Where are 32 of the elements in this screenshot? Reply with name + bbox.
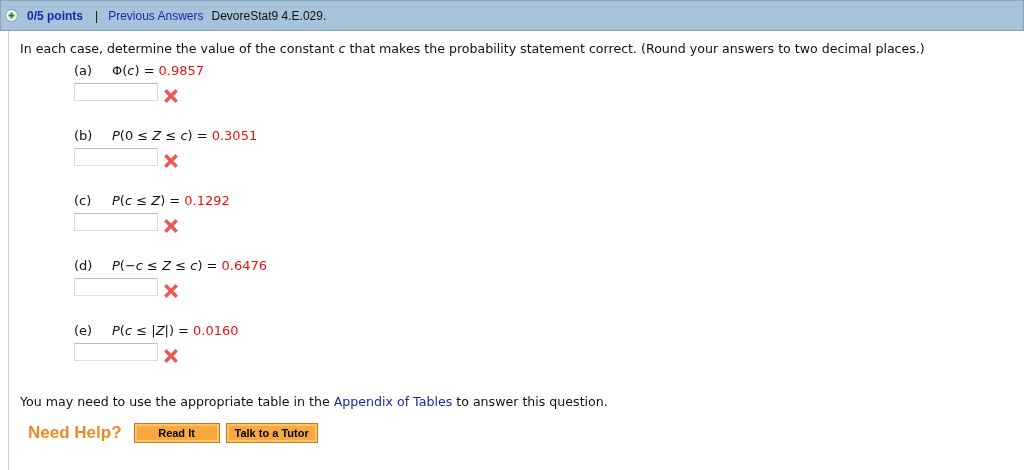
answer-field[interactable]: [74, 343, 158, 361]
help-button[interactable]: Talk to a Tutor: [225, 423, 318, 443]
plus-icon[interactable]: [5, 9, 18, 22]
help-button[interactable]: Read It: [133, 423, 220, 443]
target-value: 0.1292: [184, 192, 230, 208]
question-text: In each case, determine the value of the constant c that makes the probability statement correct. (Round your answers to two decimal places.): [20, 40, 926, 57]
part-label: (c): [74, 192, 93, 208]
note-text: to answer this question.: [456, 394, 608, 409]
part-label: (a): [74, 62, 94, 78]
answer-field[interactable]: [74, 278, 158, 296]
points-score: 0/5 points: [27, 8, 83, 23]
problem-id: DevoreStat9 4.E.029.: [211, 8, 327, 23]
target-value: 0.6476: [221, 257, 267, 273]
part-label: (b): [74, 127, 94, 143]
note-text: You may need to use the appropriate table in the: [20, 394, 330, 409]
need-help-label: Need Help?: [28, 423, 122, 443]
math-expression: P(c ≤ |Z|) =: [112, 322, 189, 338]
math-expression: P(0 ≤ Z ≤ c) =: [112, 127, 208, 143]
target-value: 0.0160: [193, 322, 239, 338]
target-value: 0.3051: [211, 127, 258, 143]
separator: |: [95, 8, 99, 23]
answer-field[interactable]: [74, 213, 158, 231]
previous-answers-link[interactable]: Previous Answers: [108, 8, 204, 23]
answer-field[interactable]: [74, 83, 158, 101]
part-label: (e): [74, 322, 94, 338]
answer-field[interactable]: [74, 148, 158, 166]
math-expression: P(c ≤ Z) =: [112, 192, 181, 208]
target-value: 0.9857: [158, 62, 205, 78]
math-expression: Φ(c) =: [112, 62, 155, 78]
part-label: (d): [74, 257, 94, 273]
appendix-link[interactable]: Appendix of Tables: [333, 394, 453, 409]
math-expression: P(−c ≤ Z ≤ c) =: [112, 257, 218, 273]
